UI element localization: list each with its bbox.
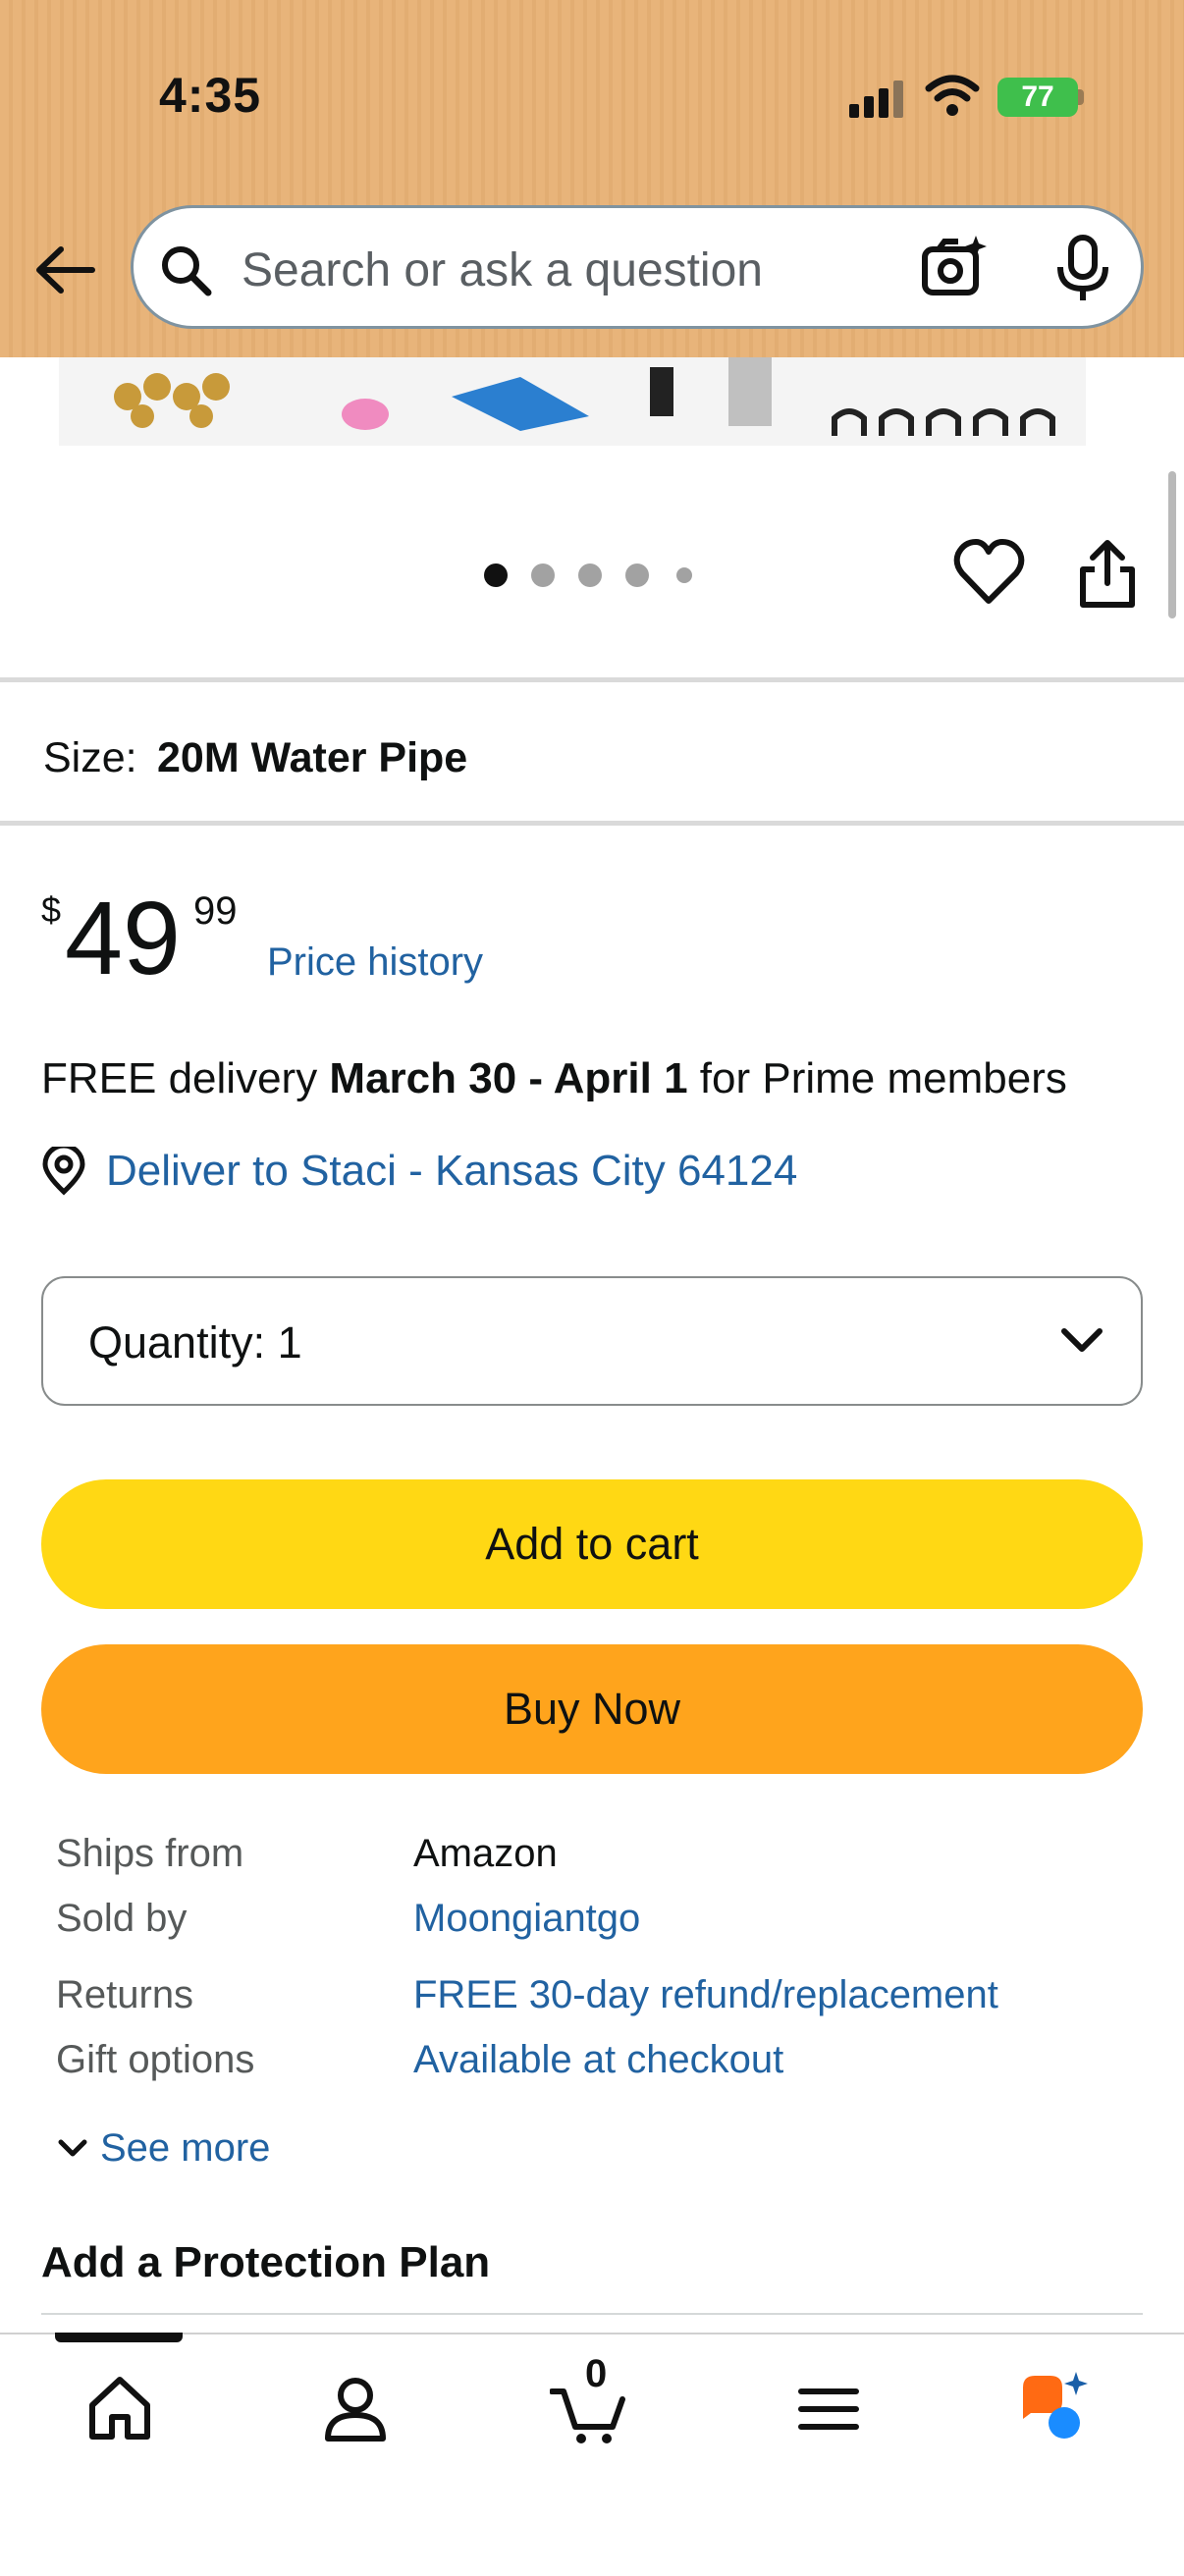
gift-options-link[interactable]: Available at checkout: [413, 2038, 783, 2082]
section-divider: [0, 677, 1184, 682]
gift-options-label: Gift options: [56, 2038, 255, 2081]
status-time: 4:35: [159, 68, 262, 123]
wifi-icon: [925, 75, 980, 116]
active-tab-indicator: [55, 2333, 183, 2342]
ships-from-label: Ships from: [56, 1832, 244, 1875]
battery-indicator: 77: [997, 78, 1078, 117]
heart-icon[interactable]: [952, 538, 1026, 607]
price-history-link[interactable]: Price history: [267, 940, 483, 985]
chevron-down-icon: [1061, 1328, 1103, 1352]
divider: [41, 2313, 1143, 2315]
sold-by-label: Sold by: [56, 1897, 188, 1940]
back-arrow-icon[interactable]: [31, 236, 100, 304]
see-more-link[interactable]: See more: [100, 2126, 270, 2171]
price-currency: $: [41, 889, 62, 930]
delivery-dates: March 30 - April 1: [329, 1054, 688, 1102]
price-whole: 49: [65, 881, 181, 996]
size-label: Size:: [43, 734, 137, 781]
menu-icon[interactable]: [789, 2370, 868, 2448]
cellular-signal-icon: [849, 79, 904, 118]
buy-now-button[interactable]: Buy Now: [41, 1644, 1143, 1774]
delivery-info: FREE delivery March 30 - April 1 for Pri…: [41, 1054, 1067, 1103]
cart-count-badge: 0: [585, 2352, 608, 2395]
returns-label: Returns: [56, 1973, 194, 2016]
price-fraction: 99: [193, 889, 238, 933]
delivery-prefix: FREE delivery: [41, 1054, 330, 1102]
chevron-down-icon: [58, 2139, 87, 2157]
ships-from-value: Amazon: [413, 1832, 558, 1875]
delivery-suffix: for Prime members: [687, 1054, 1067, 1102]
deliver-to-link[interactable]: Deliver to Staci - Kansas City 64124: [106, 1147, 797, 1196]
rufus-assistant-icon[interactable]: [1017, 2370, 1096, 2448]
search-icon: [162, 246, 212, 296]
add-to-cart-button[interactable]: Add to cart: [41, 1479, 1143, 1609]
scrollbar[interactable]: [1168, 471, 1176, 618]
share-icon[interactable]: [1075, 538, 1140, 611]
protection-plan-heading: Add a Protection Plan: [41, 2238, 491, 2286]
sold-by-link[interactable]: Moongiantgo: [413, 1897, 640, 1941]
search-input[interactable]: Search or ask a question: [242, 242, 763, 300]
size-value[interactable]: 20M Water Pipe: [157, 734, 467, 782]
camera-search-icon[interactable]: [919, 232, 990, 302]
home-icon[interactable]: [81, 2370, 159, 2448]
account-icon[interactable]: [316, 2370, 395, 2448]
location-pin-icon: [42, 1147, 85, 1196]
section-divider: [0, 821, 1184, 826]
battery-tip: [1078, 89, 1084, 105]
product-image[interactable]: [59, 357, 1086, 446]
returns-link[interactable]: FREE 30-day refund/replacement: [413, 1973, 998, 2017]
quantity-label: Quantity: 1: [88, 1317, 302, 1368]
microphone-icon[interactable]: [1050, 234, 1115, 302]
image-carousel-dots: [484, 562, 700, 591]
